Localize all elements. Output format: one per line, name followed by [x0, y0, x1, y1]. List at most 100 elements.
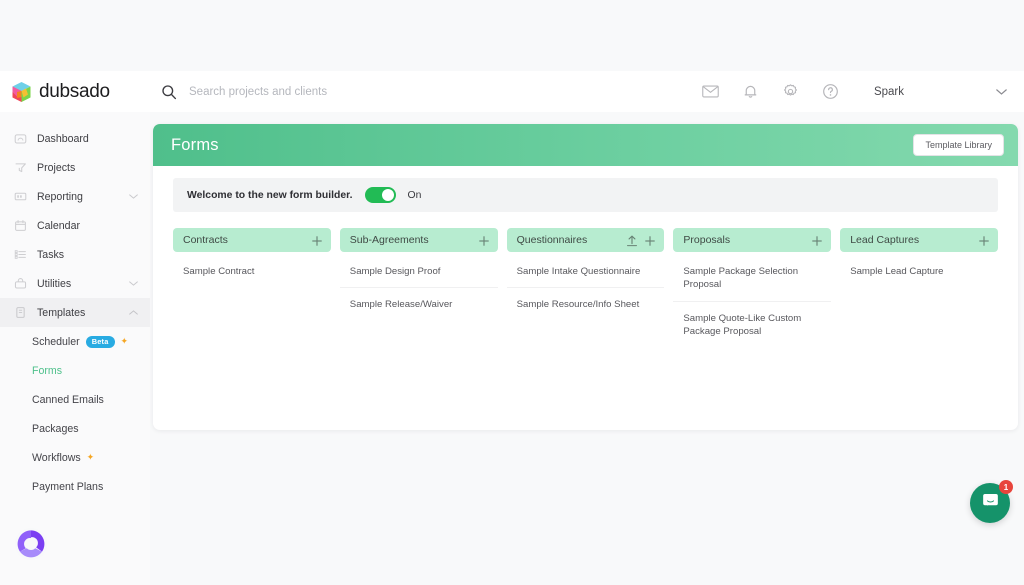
column-list: Sample Contract [173, 252, 331, 287]
sidebar-subitem-forms[interactable]: Forms [0, 356, 150, 385]
form-builder-banner: Welcome to the new form builder. On [173, 178, 998, 212]
top-bar-actions: Spark [702, 83, 1024, 101]
search-input[interactable] [189, 85, 519, 98]
sparkle-icon: ✦ [86, 452, 95, 462]
brand[interactable]: dubsado [0, 81, 150, 103]
sidebar-item-label: Templates [37, 306, 86, 319]
forms-column-proposals: Proposals Sample Package Selection Propo… [673, 228, 832, 348]
template-library-button[interactable]: Template Library [913, 134, 1004, 156]
top-bar: dubsado Search projects and clients Spar… [0, 71, 1024, 112]
list-item[interactable]: Sample Contract [173, 262, 331, 287]
column-title: Proposals [683, 234, 731, 246]
sidebar-subitem-workflows[interactable]: Workflows ✦ [0, 443, 150, 472]
list-item[interactable]: Sample Release/Waiver [339, 287, 498, 320]
list-item[interactable]: Sample Package Selection Proposal [673, 262, 831, 301]
upload-icon[interactable] [626, 234, 638, 247]
search-bar[interactable] [161, 84, 702, 100]
chevron-down-icon[interactable] [129, 192, 138, 201]
column-list: Sample Intake Questionnaire Sample Resou… [506, 252, 665, 321]
sidebar-subitem-label: Packages [32, 422, 79, 435]
chat-launcher[interactable]: 1 [970, 480, 1013, 523]
search-icon [161, 84, 177, 100]
forms-column-sub-agreements: Sub-Agreements Sample Design Proof Sampl… [339, 228, 498, 347]
calendar-icon [14, 219, 27, 232]
templates-icon [14, 306, 27, 319]
forms-columns: Contracts Sample Contract Sub-Agreements [153, 212, 1018, 347]
sidebar-item-label: Calendar [37, 219, 80, 232]
chevron-up-icon[interactable] [129, 308, 138, 317]
sidebar-item-templates[interactable]: Templates [0, 298, 150, 327]
forms-column-lead-captures: Lead Captures Sample Lead Capture [840, 228, 998, 347]
sidebar: Dashboard Projects Reporting Calendar Ta… [0, 112, 150, 585]
column-title: Sub-Agreements [349, 234, 429, 246]
page-title: Forms [171, 135, 219, 154]
bell-icon[interactable] [742, 83, 759, 100]
plus-icon[interactable] [978, 234, 990, 246]
brand-name: dubsado [39, 80, 110, 102]
column-header: Lead Captures [840, 228, 998, 252]
chevron-down-icon [996, 83, 1007, 101]
user-menu[interactable]: Spark [874, 83, 1007, 101]
sidebar-item-projects[interactable]: Projects [0, 153, 150, 182]
toggle-state-label: On [407, 189, 422, 201]
user-avatar[interactable] [14, 527, 48, 561]
list-item[interactable]: Sample Intake Questionnaire [507, 262, 665, 287]
forms-card: Forms Template Library Welcome to the ne… [153, 124, 1018, 430]
sidebar-item-utilities[interactable]: Utilities [0, 269, 150, 298]
sidebar-item-label: Reporting [37, 190, 83, 203]
sidebar-item-label: Dashboard [37, 132, 89, 145]
sidebar-item-tasks[interactable]: Tasks [0, 240, 150, 269]
dubsado-cube-logo [11, 81, 32, 103]
column-list: Sample Design Proof Sample Release/Waive… [339, 252, 498, 321]
list-item[interactable]: Sample Lead Capture [840, 262, 998, 287]
user-name: Spark [873, 85, 904, 98]
column-header: Sub-Agreements [339, 228, 498, 252]
sparkle-icon: ✦ [120, 336, 129, 346]
sidebar-item-dashboard[interactable]: Dashboard [0, 124, 150, 153]
column-header: Proposals [673, 228, 832, 252]
plus-icon[interactable] [644, 234, 656, 246]
sidebar-subitem-label: Scheduler [32, 335, 80, 348]
chevron-down-icon[interactable] [129, 279, 138, 288]
form-builder-toggle[interactable] [364, 187, 396, 203]
sidebar-subitem-label: Workflows [32, 451, 81, 464]
app-root: dubsado Search projects and clients Spar… [0, 0, 1024, 585]
column-list: Sample Package Selection Proposal Sample… [673, 252, 832, 348]
chat-unread-badge: 1 [999, 480, 1013, 494]
sidebar-subitem-packages[interactable]: Packages [0, 414, 150, 443]
sidebar-item-label: Tasks [37, 248, 65, 261]
dashboard-icon [14, 132, 27, 145]
beta-badge: Beta [85, 335, 115, 348]
list-item[interactable]: Sample Design Proof [340, 262, 498, 287]
sidebar-item-calendar[interactable]: Calendar [0, 211, 150, 240]
sidebar-subitem-payment-plans[interactable]: Payment Plans [0, 472, 150, 501]
sidebar-item-label: Utilities [37, 277, 72, 290]
sidebar-subitem-label: Canned Emails [32, 393, 104, 406]
list-item[interactable]: Sample Resource/Info Sheet [506, 287, 665, 320]
banner-text: Welcome to the new form builder. [187, 189, 353, 201]
plus-icon[interactable] [811, 234, 823, 246]
plus-icon[interactable] [478, 234, 490, 246]
column-list: Sample Lead Capture [840, 252, 998, 287]
list-item[interactable]: Sample Quote-Like Custom Package Proposa… [673, 300, 832, 348]
sidebar-item-label: Projects [37, 161, 76, 174]
gear-icon[interactable] [782, 83, 799, 100]
sidebar-subitem-scheduler[interactable]: Scheduler Beta ✦ [0, 327, 150, 356]
help-icon[interactable] [822, 83, 839, 100]
sidebar-subitem-canned-emails[interactable]: Canned Emails [0, 385, 150, 414]
toggle-knob [381, 189, 394, 201]
forms-column-contracts: Contracts Sample Contract [173, 228, 331, 347]
column-header: Contracts [173, 228, 331, 252]
utilities-icon [14, 277, 27, 290]
card-header: Forms Template Library [153, 124, 1018, 166]
mail-icon[interactable] [702, 83, 719, 100]
column-title: Lead Captures [850, 234, 920, 246]
tasks-icon [14, 248, 27, 261]
sidebar-subitem-label: Forms [32, 364, 63, 377]
forms-column-questionnaires: Questionnaires Sample Intake Questionnai… [506, 228, 665, 347]
reporting-icon [14, 190, 27, 203]
projects-icon [14, 161, 27, 174]
column-title: Contracts [183, 234, 228, 246]
sidebar-item-reporting[interactable]: Reporting [0, 182, 150, 211]
plus-icon[interactable] [311, 234, 323, 246]
